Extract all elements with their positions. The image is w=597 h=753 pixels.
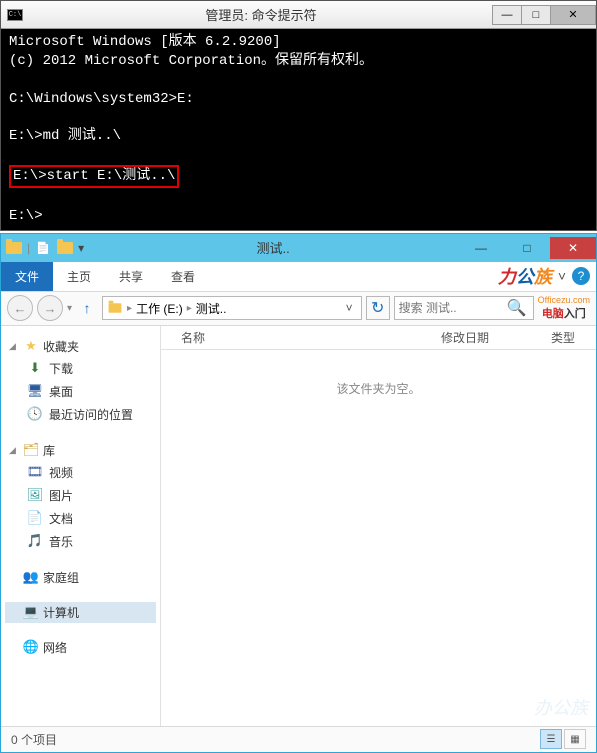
close-button[interactable]: ✕ bbox=[550, 237, 596, 259]
close-button[interactable]: ✕ bbox=[550, 5, 596, 25]
forward-button[interactable]: → bbox=[37, 295, 63, 321]
properties-icon[interactable]: 📄 bbox=[34, 239, 52, 257]
details-view-button[interactable]: ☰ bbox=[540, 729, 562, 749]
sidebar-item-desktop[interactable]: 🖥桌面 bbox=[5, 380, 156, 403]
back-button[interactable]: ← bbox=[7, 295, 33, 321]
status-bar: 0 个项目 ☰ ▦ bbox=[1, 726, 596, 752]
cmd-window: C:\ 管理员: 命令提示符 — □ ✕ Microsoft Windows [… bbox=[0, 0, 597, 231]
help-button[interactable]: ? bbox=[572, 267, 590, 285]
minimize-button[interactable]: — bbox=[492, 5, 522, 25]
cmd-titlebar[interactable]: C:\ 管理员: 命令提示符 — □ ✕ bbox=[1, 1, 596, 29]
computer-group: ▷ 💻 计算机 bbox=[5, 602, 156, 623]
item-count: 0 个项目 bbox=[11, 731, 57, 748]
music-icon: 🎵 bbox=[27, 533, 43, 549]
library-icon: 🗂 bbox=[23, 442, 39, 458]
column-date[interactable]: 修改日期 bbox=[441, 329, 551, 346]
ribbon-collapse[interactable]: ˅ bbox=[558, 268, 566, 284]
libraries-group: ◢ 🗂 库 🎞视频 🖼图片 📄文档 🎵音乐 bbox=[5, 440, 156, 553]
breadcrumb-sep[interactable]: ▸ bbox=[127, 303, 132, 314]
sidebar-libraries[interactable]: ◢ 🗂 库 bbox=[5, 440, 156, 461]
download-icon: ⬇ bbox=[27, 360, 43, 376]
qat-sep: | bbox=[27, 241, 30, 255]
sidebar-network[interactable]: ▷ 🌐 网络 bbox=[5, 637, 156, 658]
tab-share[interactable]: 共享 bbox=[105, 262, 157, 291]
cmd-line: E:\> bbox=[9, 208, 43, 224]
search-input[interactable] bbox=[395, 301, 501, 315]
favorites-group: ◢ ★ 收藏夹 ⬇下载 🖥桌面 🕓最近访问的位置 bbox=[5, 336, 156, 426]
maximize-button[interactable]: □ bbox=[521, 5, 551, 25]
tab-file[interactable]: 文件 bbox=[1, 262, 53, 291]
cmd-window-controls: — □ ✕ bbox=[493, 5, 596, 25]
ribbon: 文件 主页 共享 查看 力公族 ˅ ? bbox=[1, 262, 596, 292]
sidebar-item-documents[interactable]: 📄文档 bbox=[5, 507, 156, 530]
folder-icon[interactable] bbox=[5, 239, 23, 257]
star-icon: ★ bbox=[23, 338, 39, 354]
search-icon[interactable]: 🔍 bbox=[501, 298, 533, 318]
cmd-line: E:\>md 测试..\ bbox=[9, 128, 121, 144]
maximize-button[interactable]: □ bbox=[504, 237, 550, 259]
cmd-icon: C:\ bbox=[7, 9, 23, 21]
document-icon: 📄 bbox=[27, 510, 43, 526]
sidebar-item-recent[interactable]: 🕓最近访问的位置 bbox=[5, 403, 156, 426]
column-type[interactable]: 类型 bbox=[551, 329, 575, 346]
cmd-line: C:\Windows\system32>E: bbox=[9, 91, 194, 107]
navigation-bar: ← → ▾ ↑ ▸ 工作 (E:) ▸ 测试.. ˅ ↻ 🔍 Officezu.… bbox=[1, 292, 596, 326]
refresh-button[interactable]: ↻ bbox=[366, 296, 390, 320]
icons-view-button[interactable]: ▦ bbox=[564, 729, 586, 749]
network-group: ▷ 🌐 网络 bbox=[5, 637, 156, 658]
search-box[interactable]: 🔍 bbox=[394, 296, 534, 320]
history-dropdown[interactable]: ▾ bbox=[67, 303, 72, 314]
breadcrumb-folder[interactable]: 测试.. bbox=[196, 300, 227, 317]
quick-access-toolbar: | 📄 ▾ bbox=[1, 239, 88, 257]
ribbon-right: 力公族 ˅ ? bbox=[498, 263, 596, 289]
sidebar-computer[interactable]: ▷ 💻 计算机 bbox=[5, 602, 156, 623]
folder-icon[interactable] bbox=[56, 239, 74, 257]
file-list[interactable]: 名称 修改日期 类型 该文件夹为空。 办公族 bbox=[161, 326, 596, 726]
cmd-line: (c) 2012 Microsoft Corporation。保留所有权利。 bbox=[9, 53, 373, 69]
computer-icon: 💻 bbox=[23, 604, 39, 620]
sidebar-item-pictures[interactable]: 🖼图片 bbox=[5, 484, 156, 507]
recent-icon: 🕓 bbox=[27, 406, 43, 422]
cmd-line: Microsoft Windows [版本 6.2.9200] bbox=[9, 34, 281, 50]
sidebar-item-music[interactable]: 🎵音乐 bbox=[5, 530, 156, 553]
cmd-line-highlighted: E:\>start E:\测试..\ bbox=[9, 165, 179, 188]
cmd-output[interactable]: Microsoft Windows [版本 6.2.9200] (c) 2012… bbox=[1, 29, 596, 230]
cmd-title: 管理员: 命令提示符 bbox=[29, 5, 493, 24]
breadcrumb-drive[interactable]: 工作 (E:) bbox=[136, 300, 183, 317]
breadcrumb-sep[interactable]: ▸ bbox=[187, 303, 192, 314]
explorer-window: | 📄 ▾ 测试.. — □ ✕ 文件 主页 共享 查看 力公族 ˅ ? ← →… bbox=[0, 233, 597, 753]
view-switcher: ☰ ▦ bbox=[540, 729, 586, 749]
tab-home[interactable]: 主页 bbox=[53, 262, 105, 291]
explorer-titlebar[interactable]: | 📄 ▾ 测试.. — □ ✕ bbox=[1, 234, 596, 262]
sidebar-item-videos[interactable]: 🎞视频 bbox=[5, 461, 156, 484]
column-headers: 名称 修改日期 类型 bbox=[161, 326, 596, 350]
navigation-pane: ◢ ★ 收藏夹 ⬇下载 🖥桌面 🕓最近访问的位置 ◢ 🗂 库 🎞视频 🖼图片 📄… bbox=[1, 326, 161, 726]
folder-icon bbox=[109, 304, 122, 314]
address-bar[interactable]: ▸ 工作 (E:) ▸ 测试.. ˅ bbox=[102, 296, 362, 320]
picture-icon: 🖼 bbox=[27, 487, 43, 503]
network-icon: 🌐 bbox=[23, 639, 39, 655]
watermark: 办公族 bbox=[534, 694, 588, 720]
watermark-logo: 力公族 bbox=[498, 263, 552, 289]
explorer-body: ◢ ★ 收藏夹 ⬇下载 🖥桌面 🕓最近访问的位置 ◢ 🗂 库 🎞视频 🖼图片 📄… bbox=[1, 326, 596, 726]
empty-folder-message: 该文件夹为空。 bbox=[161, 380, 596, 397]
video-icon: 🎞 bbox=[27, 464, 43, 480]
tab-view[interactable]: 查看 bbox=[157, 262, 209, 291]
qat-dropdown[interactable]: ▾ bbox=[78, 241, 84, 255]
up-button[interactable]: ↑ bbox=[76, 297, 98, 319]
homegroup-icon: 👥 bbox=[23, 569, 39, 585]
sidebar-homegroup[interactable]: ▷ 👥 家庭组 bbox=[5, 567, 156, 588]
homegroup-group: ▷ 👥 家庭组 bbox=[5, 567, 156, 588]
sidebar-item-downloads[interactable]: ⬇下载 bbox=[5, 357, 156, 380]
desktop-icon: 🖥 bbox=[27, 383, 43, 399]
watermark-text: Officezu.com 电脑入门 bbox=[538, 295, 590, 321]
sidebar-favorites[interactable]: ◢ ★ 收藏夹 bbox=[5, 336, 156, 357]
column-name[interactable]: 名称 bbox=[181, 329, 441, 346]
explorer-title: 测试.. bbox=[88, 238, 458, 257]
explorer-window-controls: — □ ✕ bbox=[458, 237, 596, 259]
minimize-button[interactable]: — bbox=[458, 237, 504, 259]
address-dropdown[interactable]: ˅ bbox=[342, 301, 357, 315]
